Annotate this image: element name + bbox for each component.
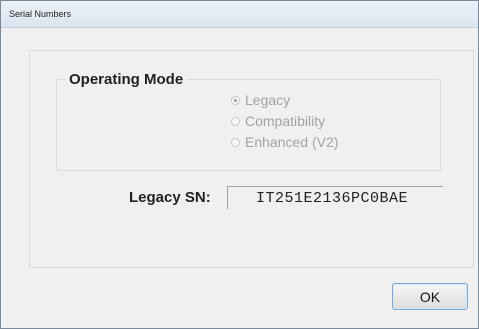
- radio-enhanced-label: Enhanced (V2): [245, 134, 339, 150]
- dialog-client-area: Operating Mode Legacy Compatibility Enha…: [1, 28, 478, 328]
- radio-compatibility[interactable]: Compatibility: [231, 111, 325, 131]
- title-bar[interactable]: Serial Numbers: [1, 1, 478, 28]
- radio-enhanced[interactable]: Enhanced (V2): [231, 132, 338, 152]
- radio-legacy-circle[interactable]: [231, 95, 240, 105]
- operating-mode-group: Operating Mode Legacy Compatibility Enha…: [56, 71, 441, 171]
- radio-compatibility-label: Compatibility: [245, 113, 326, 129]
- serial-numbers-dialog: Serial Numbers Operating Mode Legacy Com…: [0, 0, 479, 329]
- legacy-sn-value: IT251E2136PC0BAE: [256, 190, 409, 207]
- radio-enhanced-circle[interactable]: [231, 137, 240, 147]
- legacy-sn-label: Legacy SN:: [129, 189, 211, 206]
- content-panel: Operating Mode Legacy Compatibility Enha…: [29, 50, 474, 268]
- legacy-sn-field[interactable]: IT251E2136PC0BAE: [227, 186, 443, 209]
- radio-legacy-label: Legacy: [245, 92, 291, 108]
- radio-legacy[interactable]: Legacy: [231, 90, 290, 110]
- window-title: Serial Numbers: [9, 9, 72, 19]
- radio-compatibility-circle[interactable]: [231, 116, 240, 126]
- operating-mode-label: Operating Mode: [65, 71, 188, 88]
- ok-button[interactable]: OK: [392, 283, 468, 310]
